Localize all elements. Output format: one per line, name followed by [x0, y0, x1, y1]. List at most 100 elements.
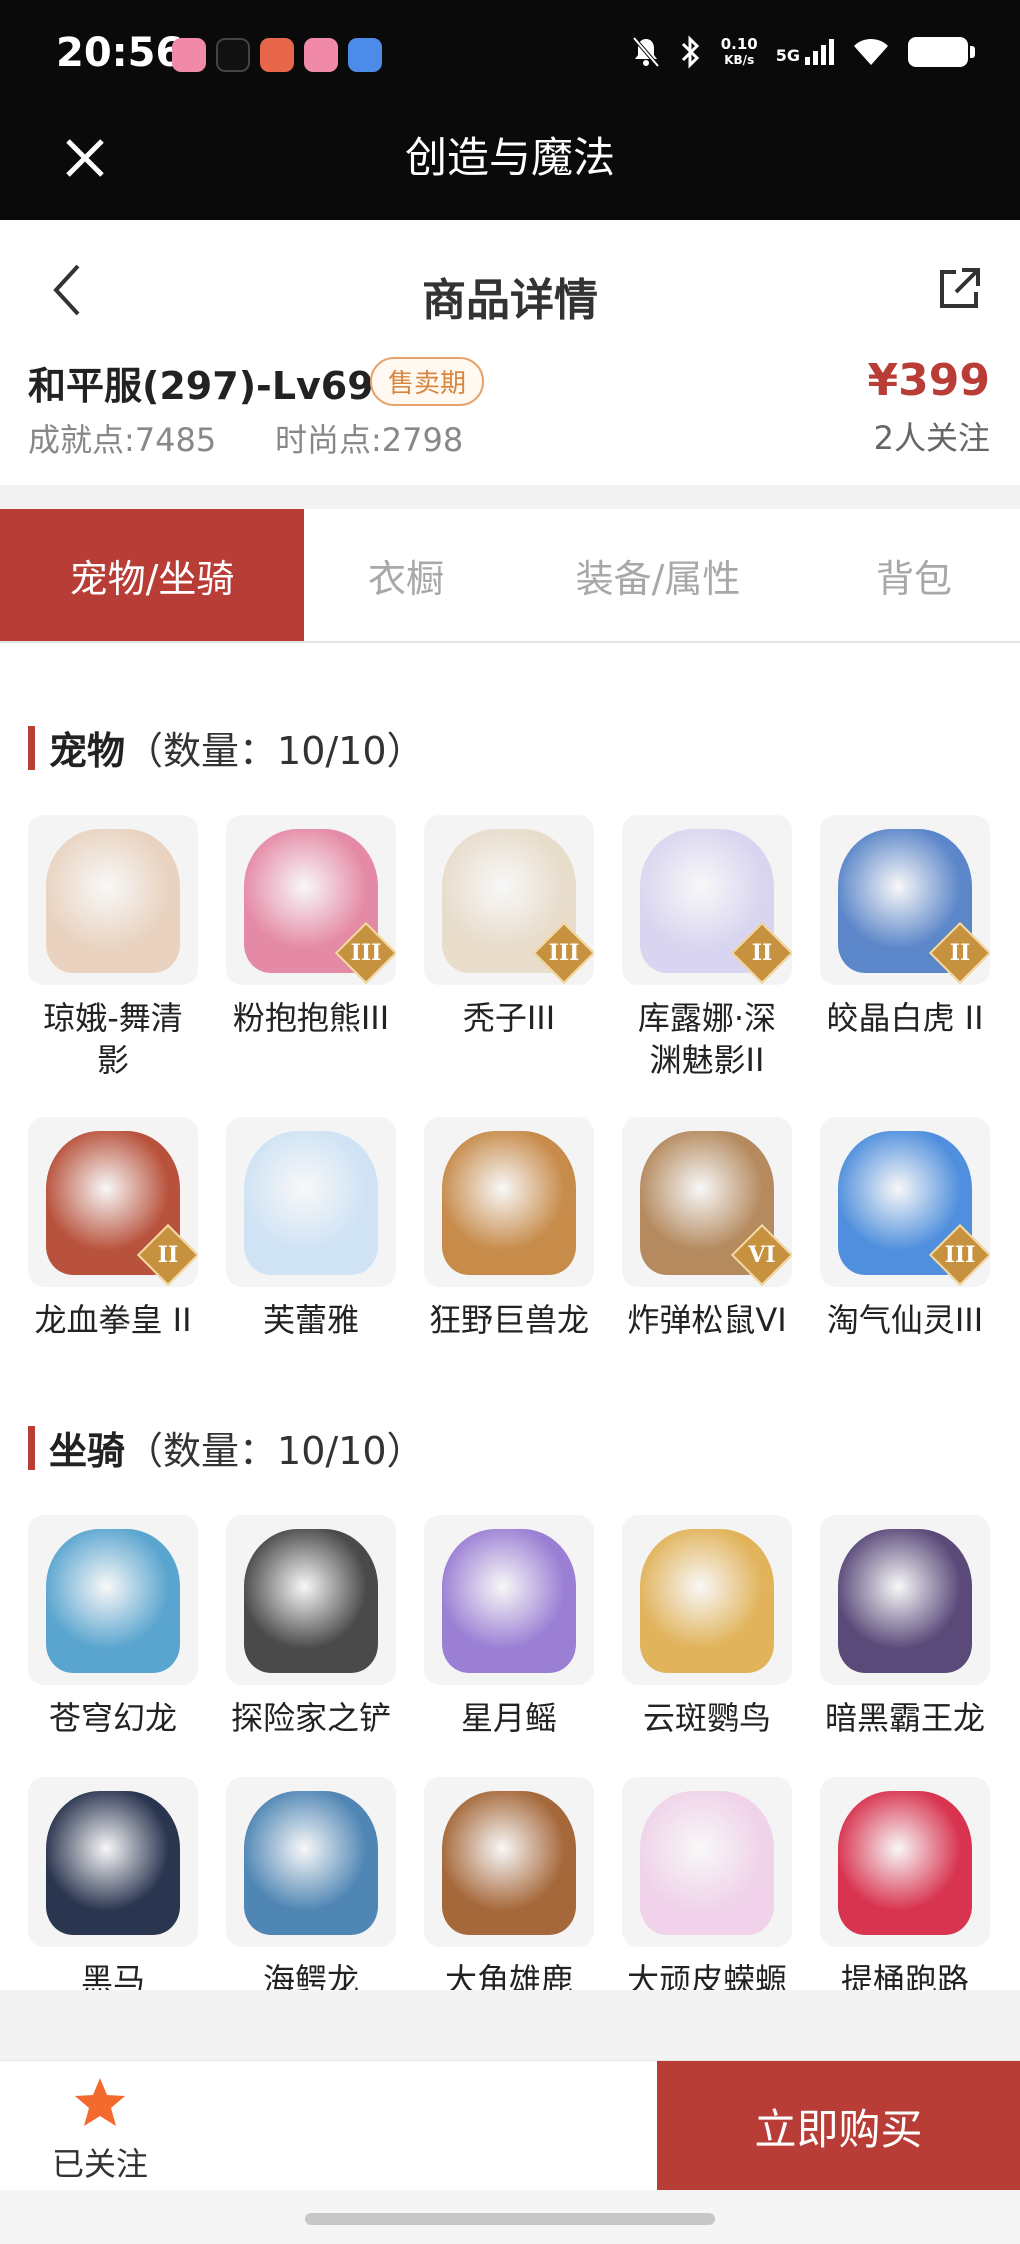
mount-item-image [28, 1777, 198, 1947]
follow-label: 已关注 [51, 2145, 148, 2183]
spacer [0, 1990, 1020, 2060]
follower-count: 2人关注 [873, 419, 990, 457]
mount-item-artwork [46, 1791, 180, 1935]
mount-item-artwork [244, 1791, 378, 1935]
pet-item-image: III [226, 815, 396, 985]
pet-item-image: III [820, 1117, 990, 1287]
bilibili-icon [172, 38, 206, 72]
pet-item-artwork [46, 829, 180, 973]
bluetooth-icon [681, 35, 699, 69]
pet-item-label: 皎晶白虎 II [826, 999, 984, 1037]
pet-item[interactable]: III 淘气仙灵III [820, 1117, 990, 1341]
pet-item[interactable]: II 龙血拳皇 II [28, 1117, 198, 1341]
mount-item-image [28, 1515, 198, 1685]
buy-now-button[interactable]: 立即购买 [657, 2061, 1020, 2191]
divider [0, 485, 1020, 509]
mount-item-label: 暗黑霸王龙 [824, 1699, 985, 1737]
pet-item-artwork [244, 1131, 378, 1275]
battery-icon [908, 37, 975, 67]
pet-item-label: 龙血拳皇 II [34, 1301, 192, 1339]
pet-item-image: II [28, 1117, 198, 1287]
mount-item-artwork [244, 1529, 378, 1673]
tab-backpack[interactable]: 背包 [808, 509, 1020, 641]
bottom-bar: 已关注 立即购买 [0, 2060, 1020, 2191]
mount-item[interactable]: 苍穹幻龙 [28, 1515, 198, 1739]
mount-item-label: 探险家之铲 [230, 1699, 391, 1737]
pet-item-image: III [424, 815, 594, 985]
notification-icons [172, 38, 382, 72]
mute-icon [632, 36, 660, 68]
pets-section-title: 宠物 （数量：10/10） [28, 720, 425, 775]
page-header: 商品详情 [0, 220, 1020, 360]
mount-item-artwork [838, 1791, 972, 1935]
app-bar: 创造与魔法 [0, 110, 1020, 220]
mount-item-label: 苍穹幻龙 [48, 1699, 177, 1737]
pet-item-artwork [442, 1131, 576, 1275]
pets-grid: 琼娥-舞清影 III 粉抱抱熊III III 秃子III II 库露娜·深渊魅影II II 皎晶… [28, 815, 990, 1341]
pet-item-image [424, 1117, 594, 1287]
pet-item[interactable]: II 库露娜·深渊魅影II [622, 815, 792, 1081]
mount-item[interactable]: 探险家之铲 [226, 1515, 396, 1739]
mount-item-artwork [442, 1529, 576, 1673]
pet-item[interactable]: 狂野巨兽龙 [424, 1117, 594, 1341]
mount-item-artwork [838, 1529, 972, 1673]
signal-icon: 5G [776, 39, 834, 65]
tab-wardrobe[interactable]: 衣橱 [304, 509, 508, 641]
mount-item[interactable]: 星月鳐 [424, 1515, 594, 1739]
tab-bar: 宠物/坐骑 衣橱 装备/属性 背包 [0, 509, 1020, 643]
pet-item-label: 淘气仙灵III [826, 1301, 984, 1339]
mount-item[interactable]: 提桶跑路 [820, 1777, 990, 2001]
tab-equipment[interactable]: 装备/属性 [508, 509, 808, 641]
pet-item-image [28, 815, 198, 985]
network-speed: 0.10 KB/s [720, 35, 758, 67]
tiktok-icon [216, 38, 250, 72]
status-indicators: 0.10 KB/s 5G [631, 34, 975, 70]
fashion-points: 时尚点:2798 [275, 421, 464, 459]
mount-item[interactable]: 云斑鹦鸟 [622, 1515, 792, 1739]
mount-item-image [820, 1777, 990, 1947]
mount-item[interactable]: 黑马 [28, 1777, 198, 2001]
mount-item[interactable]: 暗黑霸王龙 [820, 1515, 990, 1739]
pet-item[interactable]: III 秃子III [424, 815, 594, 1081]
pet-item[interactable]: 芙蕾雅 [226, 1117, 396, 1341]
pet-item-label: 狂野巨兽龙 [428, 1301, 589, 1339]
section-marker [28, 1425, 35, 1470]
pet-item-label: 粉抱抱熊III [232, 999, 390, 1037]
mount-item-image [424, 1777, 594, 1947]
follow-button[interactable]: 已关注 [30, 2075, 170, 2185]
mount-item-image [226, 1515, 396, 1685]
pet-item-image [226, 1117, 396, 1287]
mount-item-label: 云斑鹦鸟 [642, 1699, 771, 1737]
page-title: 商品详情 [422, 275, 598, 326]
home-indicator[interactable] [305, 2213, 715, 2225]
pet-item[interactable]: II 皎晶白虎 II [820, 815, 990, 1081]
mount-item[interactable]: 大角雄鹿 [424, 1777, 594, 2001]
wifi-icon [854, 38, 888, 65]
share-icon[interactable] [934, 264, 984, 314]
app-icon [348, 38, 382, 72]
app-title: 创造与魔法 [404, 133, 615, 182]
mounts-grid: 苍穹幻龙 探险家之铲 星月鳐 云斑鹦鸟 暗黑霸王龙黑马 海鳄龙 大角雄鹿 大顽皮蝾螈 提桶跑路 [28, 1515, 990, 2001]
star-icon [75, 2078, 125, 2126]
achievement-points: 成就点:7485 [28, 421, 217, 459]
pet-item-label: 库露娜·深渊魅影II [637, 999, 777, 1079]
product-name: 和平服(297)-Lv69 [28, 364, 374, 408]
pet-item-image: VI [622, 1117, 792, 1287]
pet-item-label: 炸弹松鼠VI [627, 1301, 787, 1339]
status-bar: 20:56 0.10 KB/s 5G [0, 0, 1020, 110]
pet-item[interactable]: VI 炸弹松鼠VI [622, 1117, 792, 1341]
mount-item-image [622, 1777, 792, 1947]
mount-item-label: 星月鳐 [460, 1699, 557, 1737]
tab-pets-mounts[interactable]: 宠物/坐骑 [0, 509, 304, 641]
price: ¥399 [867, 355, 990, 406]
section-marker [28, 725, 35, 770]
pet-item-label: 芙蕾雅 [262, 1301, 359, 1339]
mount-item-artwork [640, 1791, 774, 1935]
mount-item-image [424, 1515, 594, 1685]
product-info: 和平服(297)-Lv69 售卖期 成就点:7485 时尚点:2798 ¥399… [0, 345, 1020, 485]
pet-item[interactable]: III 粉抱抱熊III [226, 815, 396, 1081]
mount-item[interactable]: 大顽皮蝾螈 [622, 1777, 792, 2001]
pet-item[interactable]: 琼娥-舞清影 [28, 815, 198, 1081]
mount-item[interactable]: 海鳄龙 [226, 1777, 396, 2001]
mount-item-artwork [442, 1791, 576, 1935]
